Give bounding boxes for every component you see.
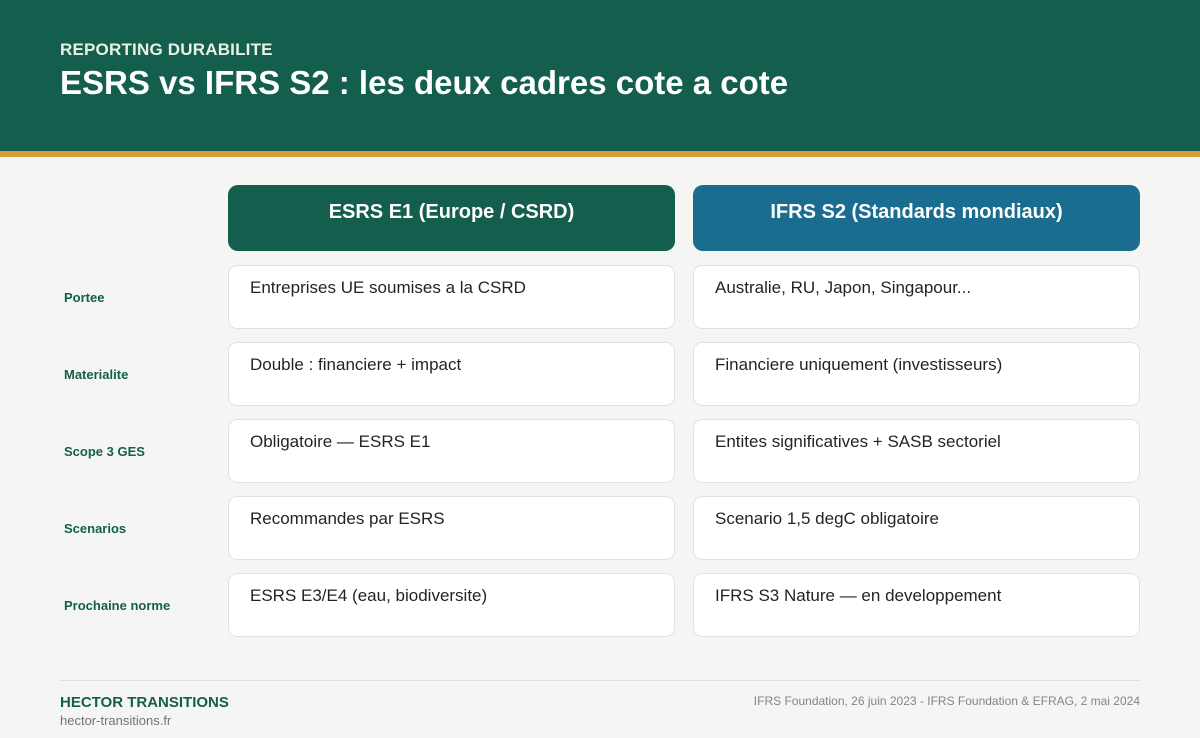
footer-divider [60, 680, 1140, 681]
cell-esrs: Double : financiere + impact [228, 342, 675, 406]
cell-ifrs: Financiere uniquement (investisseurs) [693, 342, 1140, 406]
footer-source: IFRS Foundation, 26 juin 2023 - IFRS Fou… [753, 694, 1140, 708]
cell-esrs: Obligatoire — ESRS E1 [228, 419, 675, 483]
cell-ifrs: IFRS S3 Nature — en developpement [693, 573, 1140, 637]
cell-ifrs: Entites significatives + SASB sectoriel [693, 419, 1140, 483]
cell-ifrs: Australie, RU, Japon, Singapour... [693, 265, 1140, 329]
column-header-esrs: ESRS E1 (Europe / CSRD) [228, 185, 675, 251]
row-label: Scenarios [64, 521, 127, 536]
column-header-ifrs: IFRS S2 (Standards mondiaux) [693, 185, 1140, 251]
page-title: ESRS vs IFRS S2 : les deux cadres cote a… [60, 64, 789, 101]
cell-esrs: ESRS E3/E4 (eau, biodiversite) [228, 573, 675, 637]
footer-brand: HECTOR TRANSITIONS [60, 694, 229, 711]
page-eyebrow: REPORTING DURABILITE [60, 40, 273, 59]
row-label: Prochaine norme [64, 598, 171, 613]
footer-website[interactable]: hector-transitions.fr [60, 713, 171, 728]
cell-esrs: Entreprises UE soumises a la CSRD [228, 265, 675, 329]
row-label: Portee [64, 290, 105, 305]
cell-ifrs: Scenario 1,5 degC obligatoire [693, 496, 1140, 560]
row-label: Scope 3 GES [64, 444, 145, 459]
cell-esrs: Recommandes par ESRS [228, 496, 675, 560]
row-label: Materialite [64, 367, 129, 382]
header-accent-stripe [0, 151, 1200, 157]
